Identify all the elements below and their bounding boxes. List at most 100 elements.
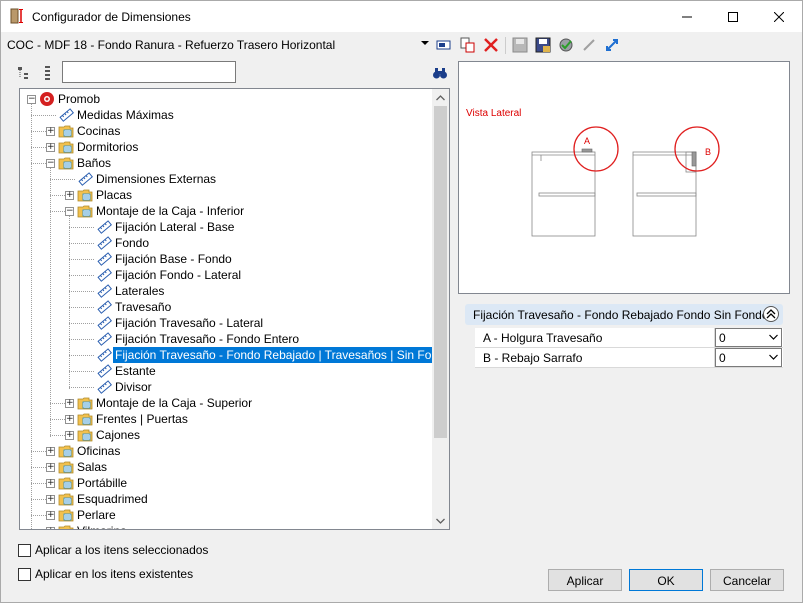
cancel-button[interactable]: Cancelar	[710, 569, 784, 591]
dimension-tree[interactable]: − Promob Medidas Máximas + Cocinas + Dormitori…	[19, 88, 450, 530]
tree-node[interactable]: Dimensiones Externas	[20, 171, 433, 187]
expand-node-icon[interactable]: +	[65, 415, 74, 424]
collapse-node-icon[interactable]: −	[27, 95, 36, 104]
tree-node-label: Esquadrimed	[77, 492, 148, 506]
tree-node[interactable]: Estante	[20, 363, 433, 379]
tree-node[interactable]: + Cajones	[20, 427, 433, 443]
property-value-select[interactable]: 0	[715, 348, 782, 367]
expand-node-icon[interactable]: +	[46, 127, 55, 136]
tree-node[interactable]: + Placas	[20, 187, 433, 203]
collapse-node-icon[interactable]: −	[46, 159, 55, 168]
binoculars-search-icon[interactable]	[432, 65, 448, 81]
tree-node[interactable]: + Portábille	[20, 475, 433, 491]
chevron-up-icon	[436, 94, 445, 100]
collapse-tree-icon[interactable]	[40, 65, 56, 81]
expand-node-icon[interactable]: +	[46, 447, 55, 456]
expand-node-icon[interactable]: +	[65, 191, 74, 200]
window-title: Configurador de Dimensiones	[32, 10, 191, 24]
tree-branch-line	[50, 179, 75, 180]
tree-node[interactable]: Travesaño	[20, 299, 433, 315]
apply-existing-label: Aplicar en los itens existentes	[35, 567, 194, 581]
tree-node[interactable]: − Promob	[20, 91, 433, 107]
tree-node[interactable]: + Cocinas	[20, 123, 433, 139]
tree-branch-line	[69, 259, 94, 260]
apply-selected-checkbox[interactable]	[18, 544, 31, 557]
tree-node[interactable]: Fondo	[20, 235, 433, 251]
expand-node-icon[interactable]: +	[46, 479, 55, 488]
tree-node-label: Fijación Travesaño - Fondo Rebajado | Tr…	[113, 347, 433, 363]
apply-settings-button[interactable]	[557, 36, 575, 54]
folder-icon	[58, 477, 74, 490]
apply-button[interactable]: Aplicar	[548, 569, 622, 591]
tree-node[interactable]: Laterales	[20, 283, 433, 299]
expand-node-icon[interactable]: +	[46, 495, 55, 504]
expand-node-icon[interactable]: +	[46, 527, 55, 529]
tree-node[interactable]: + Dormitorios	[20, 139, 433, 155]
expand-node-icon[interactable]: +	[65, 399, 74, 408]
detail-circle-b	[674, 126, 720, 172]
tree-vertical-scrollbar[interactable]	[432, 89, 449, 529]
folder-icon	[58, 525, 74, 529]
ruler-icon	[97, 380, 112, 394]
rename-button[interactable]	[435, 36, 453, 54]
tree-node[interactable]: + Esquadrimed	[20, 491, 433, 507]
expand-node-icon[interactable]: +	[46, 511, 55, 520]
ok-button[interactable]: OK	[629, 569, 703, 591]
folder-icon	[77, 189, 93, 202]
ruler-icon	[97, 236, 112, 250]
properties-header[interactable]: Fijación Travesaño - Fondo Rebajado Fond…	[465, 304, 783, 325]
title-bar[interactable]: Configurador de Dimensiones	[1, 1, 802, 32]
detail-circle-a	[573, 126, 619, 172]
minimize-button[interactable]	[664, 1, 710, 32]
tree-node[interactable]: Divisor	[20, 379, 433, 395]
tree-node[interactable]: Fijación Lateral - Base	[20, 219, 433, 235]
folder-icon	[58, 157, 74, 170]
tree-node[interactable]: Fijación Base - Fondo	[20, 251, 433, 267]
scroll-up-button[interactable]	[432, 89, 449, 106]
collapse-properties-button[interactable]	[763, 306, 779, 322]
collapse-node-icon[interactable]: −	[65, 207, 74, 216]
close-button[interactable]	[756, 1, 802, 32]
maximize-button[interactable]	[710, 1, 756, 32]
tree-node[interactable]: + Frentes | Puertas	[20, 411, 433, 427]
copy-icon	[460, 37, 475, 53]
expand-node-icon[interactable]: +	[46, 463, 55, 472]
collapse-tool-button[interactable]	[580, 36, 598, 54]
tree-node[interactable]: Fijación Travesaño - Lateral	[20, 315, 433, 331]
scroll-down-button[interactable]	[432, 512, 449, 529]
tree-node[interactable]: − Montaje de la Caja - Inferior	[20, 203, 433, 219]
tree-node[interactable]: − Baños	[20, 155, 433, 171]
property-name: A - Holgura Travesaño	[483, 331, 603, 345]
tree-node[interactable]: Fijación Travesaño - Fondo Rebajado | Tr…	[20, 347, 433, 363]
expand-tree-icon[interactable]	[17, 65, 33, 81]
tree-search-input[interactable]	[62, 61, 236, 83]
properties-title: Fijación Travesaño - Fondo Rebajado Fond…	[473, 308, 769, 322]
save-as-button[interactable]	[534, 36, 552, 54]
configuration-bar: COC - MDF 18 - Fondo Ranura - Refuerzo T…	[1, 33, 802, 57]
tree-node[interactable]: + Perlare	[20, 507, 433, 523]
tree-node[interactable]: Medidas Máximas	[20, 107, 433, 123]
folder-icon	[58, 493, 74, 506]
tree-branch-line	[69, 355, 94, 356]
tree-branch-line	[69, 275, 94, 276]
copy-configuration-button[interactable]	[459, 36, 477, 54]
expand-tool-button[interactable]	[603, 36, 621, 54]
tree-node[interactable]: + Oficinas	[20, 443, 433, 459]
tree-node[interactable]: + Vilmarina	[20, 523, 433, 529]
apply-existing-checkbox[interactable]	[18, 568, 31, 581]
tree-node-label: Dormitorios	[77, 140, 139, 154]
save-button[interactable]	[511, 36, 529, 54]
expand-node-icon[interactable]: +	[46, 143, 55, 152]
tree-node[interactable]: + Montaje de la Caja - Superior	[20, 395, 433, 411]
cabinet-side-view-drawing: A B	[531, 126, 720, 237]
tree-node-label: Montaje de la Caja - Inferior	[96, 204, 245, 218]
scroll-thumb[interactable]	[434, 106, 447, 438]
delete-configuration-button[interactable]	[482, 36, 500, 54]
tree-node[interactable]: Fijación Fondo - Lateral	[20, 267, 433, 283]
expand-node-icon[interactable]: +	[65, 431, 74, 440]
tree-node[interactable]: + Salas	[20, 459, 433, 475]
tree-node[interactable]: Fijación Travesaño - Fondo Entero	[20, 331, 433, 347]
tree-node-label: Travesaño	[115, 300, 172, 314]
property-value-select[interactable]: 0	[715, 328, 782, 347]
configuration-dropdown-icon[interactable]	[421, 41, 429, 46]
